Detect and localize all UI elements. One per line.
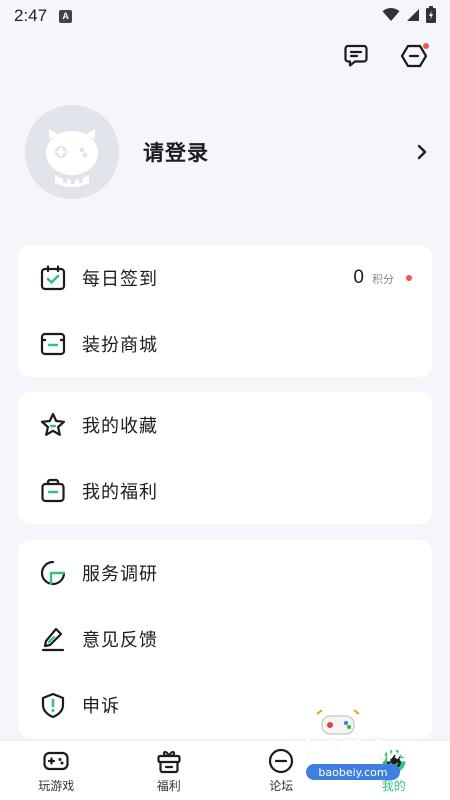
shield-icon: [38, 690, 68, 720]
menu-item-survey[interactable]: 服务调研: [18, 540, 432, 606]
checkin-alert-dot: [406, 275, 412, 281]
star-icon: [38, 410, 68, 440]
tab-play-games-label: 玩游戏: [38, 779, 75, 793]
my-welfare-label: 我的福利: [82, 482, 158, 503]
menu-item-feedback[interactable]: 意见反馈: [18, 606, 432, 672]
wifi-icon: [382, 7, 400, 26]
profile-header[interactable]: 请登录: [25, 105, 432, 199]
gift-icon: [155, 747, 183, 775]
message-button[interactable]: [340, 42, 372, 74]
battery-icon: [426, 5, 436, 27]
appeal-label: 申诉: [82, 696, 120, 717]
favorites-label: 我的收藏: [82, 416, 158, 437]
menu-card-personal: 我的收藏 我的福利: [18, 392, 432, 524]
tab-welfare-label: 福利: [156, 779, 181, 793]
default-avatar-icon: [25, 105, 119, 199]
menu-card-rewards: 每日签到 0 积分 装扮商城: [18, 245, 432, 377]
notification-a-icon: A: [59, 9, 73, 23]
menu-item-my-welfare[interactable]: 我的福利: [18, 458, 432, 524]
watermark-url: baobeiy.com: [318, 766, 387, 779]
signal-icon: [406, 7, 420, 26]
feedback-label: 意见反馈: [82, 630, 158, 651]
points-display: 0 积分: [353, 267, 412, 289]
settings-button[interactable]: [398, 42, 430, 74]
menu-item-favorites[interactable]: 我的收藏: [18, 392, 432, 458]
dress-shop-label: 装扮商城: [82, 335, 158, 356]
pencil-icon: [38, 624, 68, 654]
bag-icon: [38, 476, 68, 506]
top-actions: [340, 42, 430, 74]
login-prompt[interactable]: 请登录: [143, 137, 209, 167]
avatar[interactable]: [25, 105, 119, 199]
menu-item-daily-checkin[interactable]: 每日签到 0 积分: [18, 245, 432, 311]
settings-alert-dot: [423, 43, 429, 49]
survey-label: 服务调研: [82, 564, 158, 585]
status-bar: 2:47 A: [0, 0, 450, 32]
chevron-right-icon[interactable]: [412, 142, 432, 162]
watermark-brand: 宝贝游戏网: [298, 739, 408, 765]
points-unit: 积分: [372, 273, 394, 286]
menu-item-dress-shop[interactable]: 装扮商城: [18, 311, 432, 377]
tab-play-games[interactable]: 玩游戏: [0, 741, 113, 800]
calendar-check-icon: [38, 263, 68, 293]
points-value: 0: [353, 267, 364, 288]
message-icon: [343, 43, 369, 73]
tab-welfare[interactable]: 福利: [113, 741, 226, 800]
gamepad-icon: [42, 747, 70, 775]
status-time: 2:47: [14, 6, 48, 25]
watermark-logo: 宝贝游戏网 baobeiy.com: [278, 704, 428, 784]
checkin-label: 每日签到: [82, 269, 158, 290]
survey-icon: [38, 558, 68, 588]
status-indicators: [382, 5, 436, 27]
shop-icon: [38, 329, 68, 359]
